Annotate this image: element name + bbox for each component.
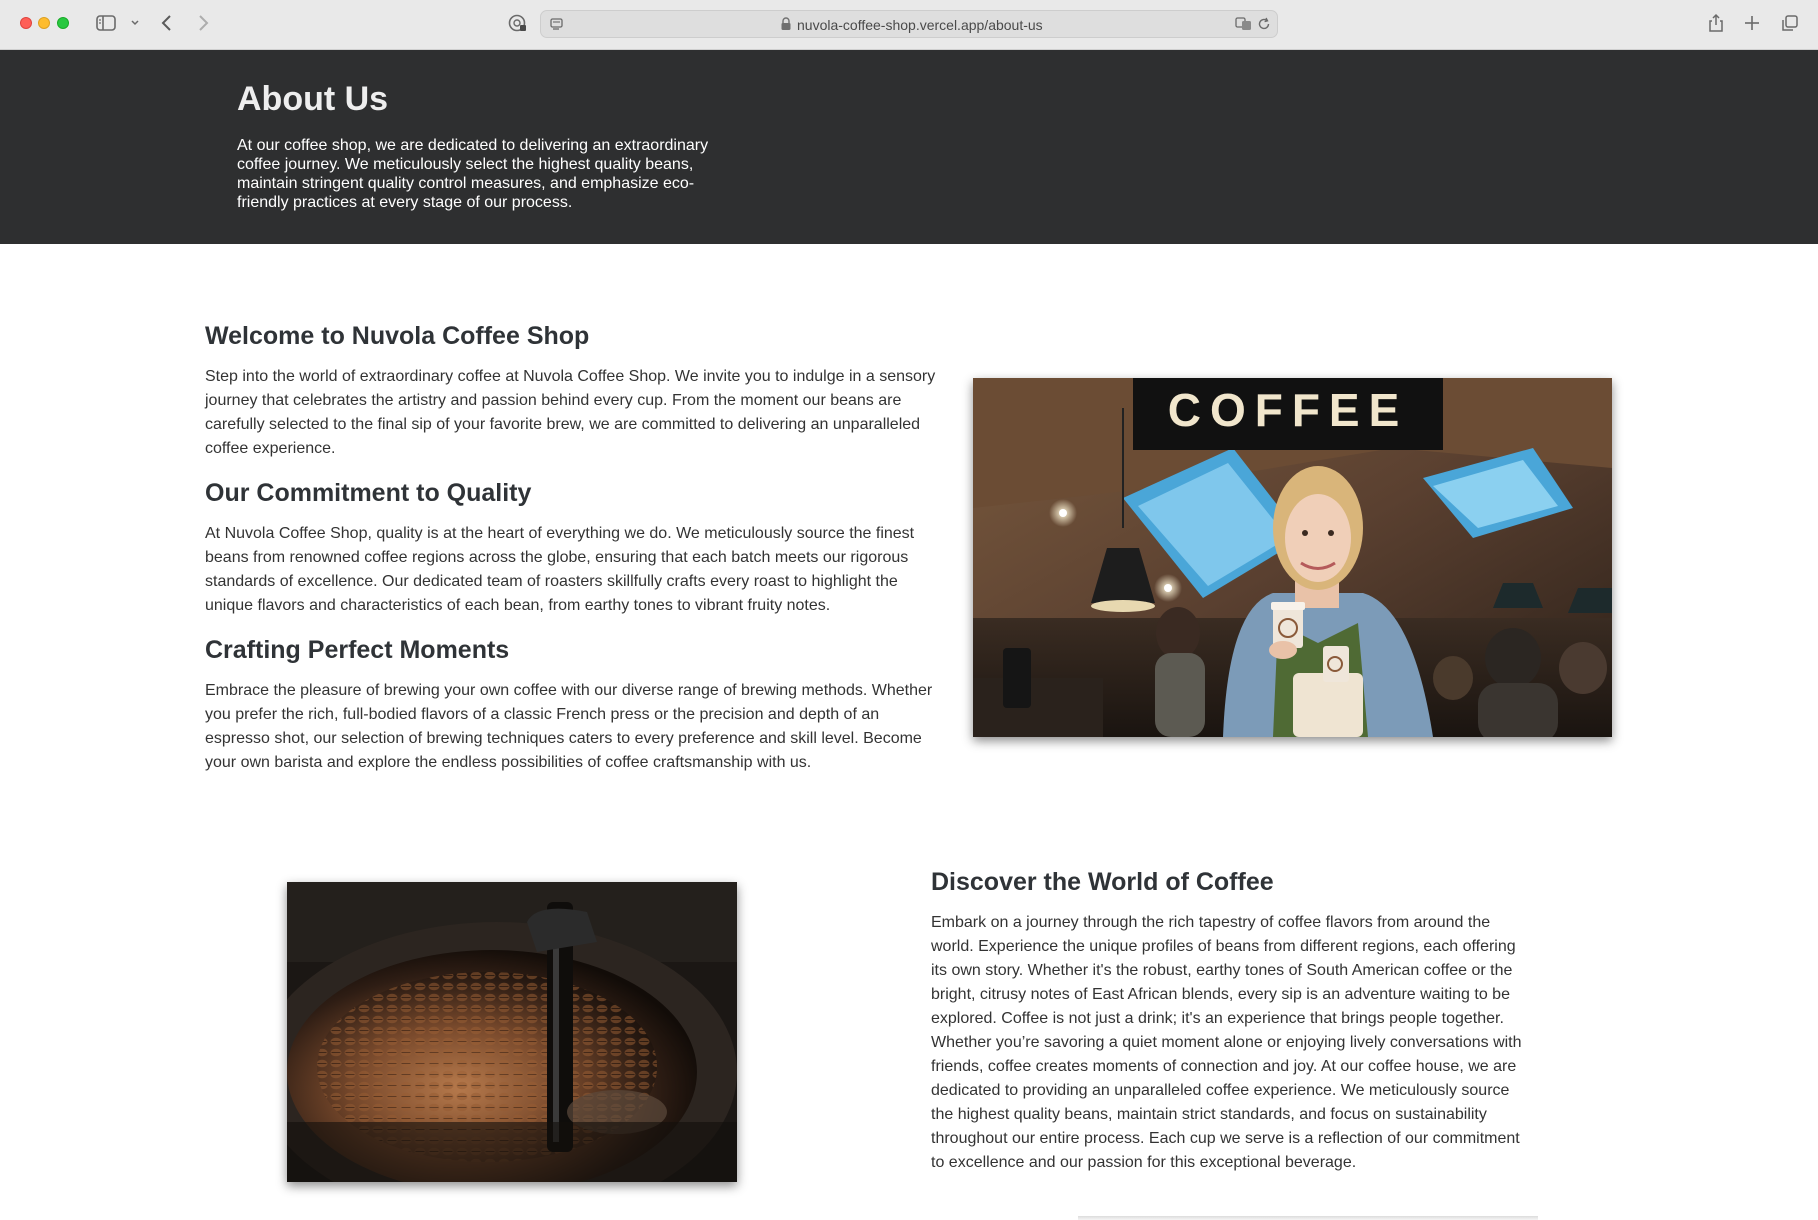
forward-icon[interactable] bbox=[196, 11, 212, 35]
quality-paragraph: At Nuvola Coffee Shop, quality is at the… bbox=[205, 525, 915, 614]
moments-heading: Crafting Perfect Moments bbox=[205, 636, 510, 664]
privacy-icon[interactable] bbox=[507, 11, 529, 35]
url-text: nuvola-coffee-shop.vercel.app/about-us bbox=[797, 17, 1043, 33]
discover-paragraph: Embark on a journey through the rich tap… bbox=[931, 914, 1522, 1171]
new-tab-icon[interactable] bbox=[1744, 11, 1762, 35]
translate-icon[interactable] bbox=[1235, 17, 1253, 36]
next-image-edge bbox=[1078, 1216, 1538, 1220]
back-icon[interactable] bbox=[160, 11, 176, 35]
about-hero: About Us At our coffee shop, we are dedi… bbox=[0, 50, 1818, 244]
chevron-down-icon[interactable] bbox=[130, 11, 142, 35]
barista-cafe-image: COFFEE bbox=[973, 378, 1612, 737]
hero-description: At our coffee shop, we are dedicated to … bbox=[237, 137, 709, 211]
page-title: About Us bbox=[237, 80, 389, 118]
minimize-window-button[interactable] bbox=[38, 17, 50, 29]
tab-overview-icon[interactable] bbox=[1781, 11, 1801, 35]
site-settings-icon[interactable] bbox=[549, 16, 565, 37]
coffee-roaster-image bbox=[287, 882, 737, 1182]
share-icon[interactable] bbox=[1707, 11, 1727, 35]
zoom-window-button[interactable] bbox=[57, 17, 69, 29]
welcome-heading: Welcome to Nuvola Coffee Shop bbox=[205, 322, 590, 350]
close-window-button[interactable] bbox=[20, 17, 32, 29]
browser-toolbar: nuvola-coffee-shop.vercel.app/about-us bbox=[0, 0, 1818, 50]
sidebar-icon[interactable] bbox=[96, 11, 118, 35]
discover-section: Discover the World of Coffee Embark on a… bbox=[931, 868, 1531, 1193]
quality-heading: Our Commitment to Quality bbox=[205, 479, 532, 507]
coffee-sign-text: COFFEE bbox=[1168, 384, 1409, 436]
welcome-paragraph: Step into the world of extraordinary cof… bbox=[205, 368, 936, 457]
lock-icon bbox=[780, 17, 792, 36]
discover-heading: Discover the World of Coffee bbox=[931, 868, 1274, 896]
moments-paragraph: Embrace the pleasure of brewing your own… bbox=[205, 682, 933, 771]
intro-section: Welcome to Nuvola Coffee Shop Step into … bbox=[205, 322, 939, 793]
address-bar[interactable]: nuvola-coffee-shop.vercel.app/about-us bbox=[540, 10, 1278, 38]
reload-icon[interactable] bbox=[1257, 16, 1271, 37]
